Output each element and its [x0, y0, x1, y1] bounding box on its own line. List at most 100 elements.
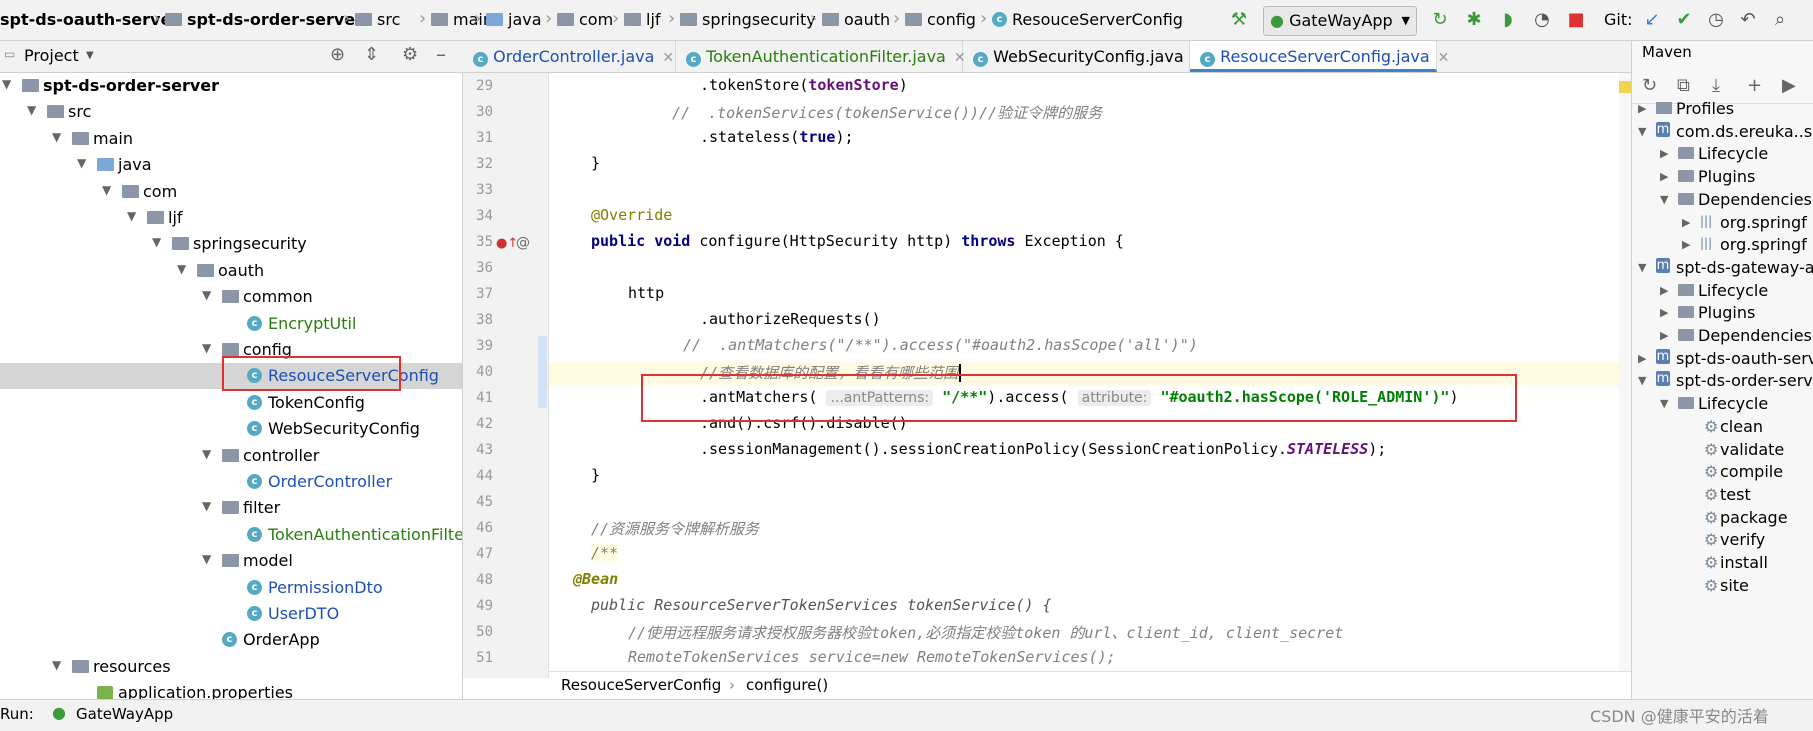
git-update-icon[interactable]: ↙ — [1640, 8, 1664, 32]
tab-resouceserverconfig[interactable]: c ResouceServerConfig.java ✕ — [1190, 41, 1449, 72]
tree-item-orderapp[interactable]: c OrderApp — [0, 627, 462, 653]
chevron-down-icon[interactable]: ▼ — [202, 552, 211, 566]
code-line-35: public void configure(HttpSecurity http)… — [591, 232, 1124, 250]
collapse-all-icon[interactable]: ⇕ — [364, 44, 379, 65]
chevron-down-icon[interactable]: ▼ — [177, 262, 186, 276]
reload-icon[interactable]: ↻ — [1642, 75, 1657, 96]
generate-sources-icon[interactable]: ⧉ — [1677, 75, 1690, 96]
chevron-down-icon[interactable]: ▼ — [202, 341, 211, 355]
folder-icon — [1656, 102, 1672, 114]
tab-tokenauthenticationfilter[interactable]: c TokenAuthenticationFilter.java ✕ — [676, 41, 966, 72]
crumb-springsecurity[interactable]: springsecurity — [680, 10, 816, 29]
run-target-tab[interactable]: GateWayApp — [76, 705, 173, 723]
minimize-icon[interactable]: – — [436, 42, 446, 66]
crumb-main[interactable]: main — [431, 10, 493, 29]
tab-ordercontroller[interactable]: c OrderController.java ✕ — [463, 41, 676, 72]
chevron-right-icon[interactable]: ▶ — [1660, 147, 1668, 160]
coverage-icon[interactable]: ◗ — [1496, 8, 1520, 32]
tree-item-oauth[interactable]: ▼ oauth — [0, 258, 462, 284]
tree-item-filter[interactable]: ▼ filter — [0, 495, 462, 521]
tree-item-src[interactable]: ▼ src — [0, 99, 462, 125]
chevron-down-icon[interactable]: ▼ — [1638, 374, 1646, 387]
profiler-icon[interactable]: ◔ — [1530, 8, 1554, 32]
project-title[interactable]: Project — [24, 46, 79, 65]
crumb-order-server[interactable]: spt-ds-order-server — [165, 10, 363, 29]
tree-item-encryptutil[interactable]: c EncryptUtil — [0, 311, 462, 337]
run-icon[interactable]: ▶ — [1782, 75, 1796, 96]
chevron-down-icon[interactable]: ▼ — [27, 103, 36, 117]
rerun-icon[interactable]: ↻ — [1428, 8, 1452, 32]
tree-item-controller[interactable]: ▼ controller — [0, 443, 462, 469]
close-icon[interactable]: ✕ — [662, 50, 674, 66]
chevron-down-icon[interactable]: ▼ — [102, 183, 111, 197]
crumb-resouceserverconfig[interactable]: c ResouceServerConfig — [992, 10, 1183, 29]
tab-websecurityconfig[interactable]: c WebSecurityConfig.java✕ — [963, 41, 1203, 72]
run-config-select[interactable]: ● GateWayApp ▼ — [1263, 6, 1417, 36]
tree-item-resources[interactable]: ▼ resources — [0, 654, 462, 680]
add-icon[interactable]: + — [1747, 75, 1762, 96]
tree-item-tokenauthenticationfilter[interactable]: c TokenAuthenticationFilter — [0, 522, 462, 548]
git-rollback-icon[interactable]: ↶ — [1736, 8, 1760, 32]
chevron-down-icon[interactable]: ▼ — [127, 209, 136, 223]
chevron-down-icon[interactable]: ▼ — [52, 130, 61, 144]
tree-item-java[interactable]: ▼ java — [0, 152, 462, 178]
debug-icon[interactable]: ✱ — [1462, 8, 1486, 32]
crumb-java[interactable]: java — [486, 10, 542, 29]
search-icon[interactable]: ⌕ — [1768, 8, 1792, 32]
chevron-right-icon[interactable]: ▶ — [1638, 102, 1646, 115]
tree-item-main[interactable]: ▼ main — [0, 126, 462, 152]
chevron-down-icon[interactable]: ▼ — [2, 77, 11, 91]
chevron-right-icon[interactable]: ▶ — [1638, 352, 1646, 365]
tree-item-common[interactable]: ▼ common — [0, 284, 462, 310]
chevron-down-icon[interactable]: ▼ — [202, 499, 211, 513]
run-tool-window-bar: Run: ● GateWayApp CSDN @健康平安的活着 — [0, 699, 1813, 731]
chevron-right-icon[interactable]: ▶ — [1660, 170, 1668, 183]
code-line-39: // .antMatchers("/**").access("#oauth2.h… — [683, 336, 1198, 354]
crumb-com[interactable]: com — [557, 10, 613, 29]
tree-item-ljf[interactable]: ▼ ljf — [0, 205, 462, 231]
tree-item-websecurityconfig[interactable]: c WebSecurityConfig — [0, 416, 462, 442]
override-marker-icon[interactable]: ●↑ — [496, 236, 518, 251]
chevron-right-icon[interactable]: ▶ — [1660, 284, 1668, 297]
tree-item-model[interactable]: ▼ model — [0, 548, 462, 574]
tree-item-spt-ds-order-server[interactable]: ▼ spt-ds-order-server — [0, 73, 462, 99]
download-icon[interactable]: ⤓ — [1712, 75, 1720, 96]
tree-item-ordercontroller[interactable]: c OrderController — [0, 469, 462, 495]
package-icon — [905, 13, 922, 26]
chevron-right-icon[interactable]: ▶ — [1660, 329, 1668, 342]
crumb-src[interactable]: src — [355, 10, 400, 29]
build-hammer-icon[interactable]: ⚒ — [1227, 8, 1251, 32]
git-history-icon[interactable]: ◷ — [1704, 8, 1728, 32]
tree-item-com[interactable]: ▼ com — [0, 179, 462, 205]
chevron-down-icon[interactable]: ▼ — [152, 235, 161, 249]
chevron-down-icon[interactable]: ▼ — [1638, 261, 1646, 274]
editor-scrollbar[interactable] — [1619, 73, 1631, 671]
tree-item-tokenconfig[interactable]: c TokenConfig — [0, 390, 462, 416]
chevron-down-icon[interactable]: ▼ — [1638, 125, 1646, 138]
chevron-down-icon[interactable]: ▼ — [77, 156, 86, 170]
chevron-right-icon[interactable]: ▶ — [1682, 238, 1690, 251]
git-commit-icon[interactable]: ✔ — [1672, 8, 1696, 32]
chevron-right-icon[interactable]: ▶ — [1660, 306, 1668, 319]
chevron-down-icon[interactable]: ▼ — [1660, 397, 1668, 410]
tree-item-permissiondto[interactable]: c PermissionDto — [0, 575, 462, 601]
chevron-down-icon[interactable]: ▼ — [86, 50, 94, 61]
chevron-down-icon[interactable]: ▼ — [202, 288, 211, 302]
tree-item-userdto[interactable]: c UserDTO — [0, 601, 462, 627]
breadcrumb-method[interactable]: configure() — [746, 676, 828, 694]
chevron-down-icon[interactable]: ▼ — [1660, 193, 1668, 206]
crumb-oauth[interactable]: oauth — [822, 10, 890, 29]
tree-item-springsecurity[interactable]: ▼ springsecurity — [0, 231, 462, 257]
chevron-down-icon[interactable]: ▼ — [52, 658, 61, 672]
crumb-ljf[interactable]: ljf — [624, 10, 661, 29]
crumb-config[interactable]: config — [905, 10, 976, 29]
chevron-right-icon[interactable]: ▶ — [1682, 216, 1690, 229]
tree-item-application-properties[interactable]: application.properties — [0, 680, 462, 699]
gear-icon[interactable]: ⚙ — [402, 44, 418, 65]
breadcrumb-class[interactable]: ResouceServerConfig — [561, 676, 721, 694]
close-icon[interactable]: ✕ — [1438, 50, 1450, 66]
stop-icon[interactable]: ■ — [1564, 8, 1588, 32]
chevron-down-icon[interactable]: ▼ — [202, 447, 211, 461]
locate-icon[interactable]: ⊕ — [330, 44, 345, 65]
maven-item-label: com.ds.ereuka..se — [1676, 121, 1813, 141]
